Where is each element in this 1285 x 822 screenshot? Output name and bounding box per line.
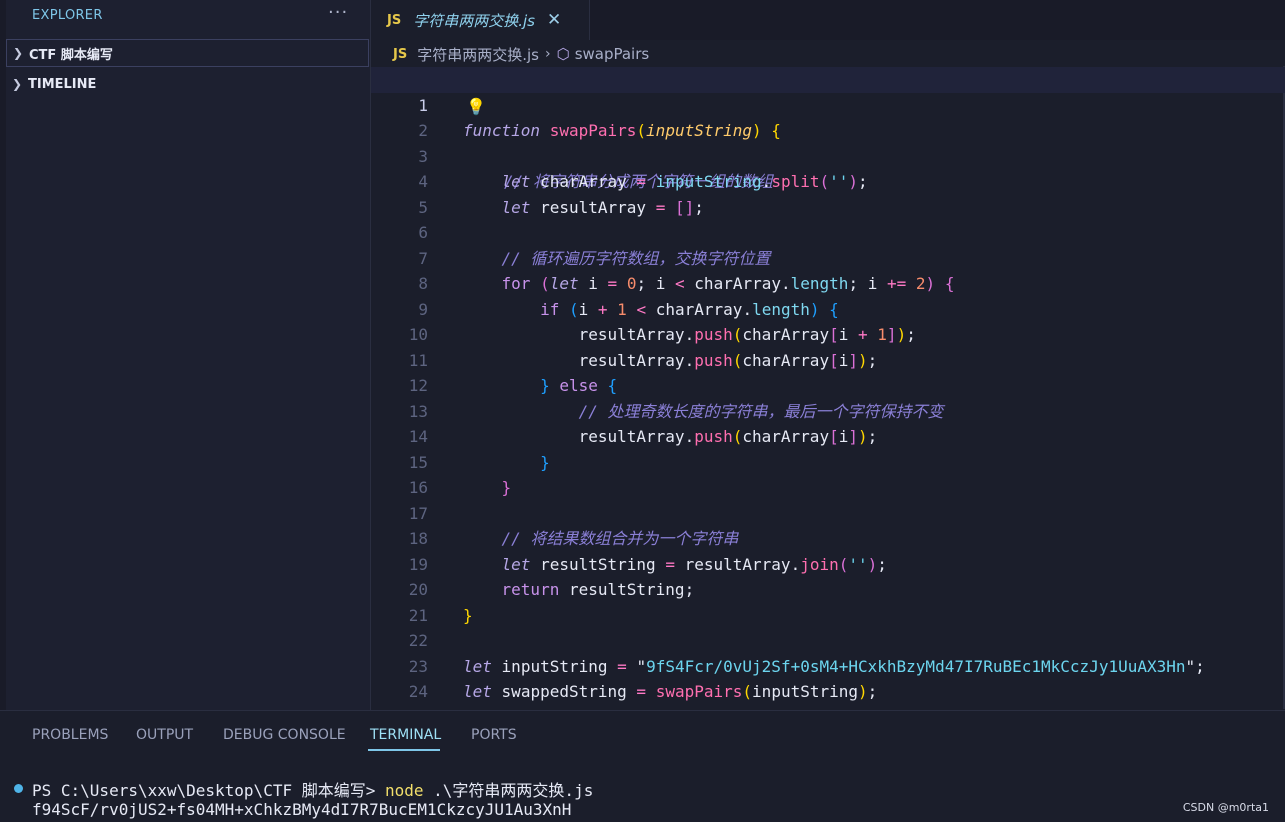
section-timeline[interactable]: ❯ TIMELINE	[6, 70, 369, 98]
breadcrumb-separator: ›	[544, 46, 551, 62]
tab-terminal[interactable]: TERMINAL	[370, 727, 441, 743]
tab-active-file[interactable]: JS 字符串两两交换.js ✕	[371, 0, 590, 40]
terminal-output-line[interactable]: f94ScF/rv0jUS2+fs04MH+xChkzBMy4dI7R7BucE…	[32, 800, 571, 819]
code-line[interactable]: 9 resultArray.push(charArray[i + 1]);	[371, 271, 1285, 345]
terminal-command-line[interactable]: PS C:\Users\xxw\Desktop\CTF 脚本编写> node .…	[32, 777, 593, 801]
cube-icon: ⬡	[556, 45, 570, 63]
code-line[interactable]: 4 let resultArray = [];	[371, 144, 1285, 217]
code-line[interactable]: 2 💡 // 将字符串分成两个字符一组的数组	[371, 93, 1285, 192]
code-line[interactable]: 7 for (let i = 0; i < charArray.length; …	[371, 220, 1285, 294]
code-editor[interactable]: 1 function swapPairs(inputString) { 2 💡 …	[371, 66, 1285, 727]
tab-debug-console[interactable]: DEBUG CONSOLE	[223, 727, 346, 743]
chevron-right-icon: ❯	[12, 46, 24, 60]
breadcrumb-file[interactable]: 字符串两两交换.js	[417, 44, 539, 65]
code-line[interactable]: 17 // 将结果数组合并为一个字符串	[371, 475, 1285, 549]
tab-title: 字符串两两交换.js	[413, 11, 535, 30]
chevron-right-icon: ❯	[11, 77, 23, 91]
code-line[interactable]: 21	[371, 577, 1285, 625]
code-line[interactable]: 3 let charArray = inputString.split('');	[371, 118, 1285, 192]
watermark: CSDN @m0rta1	[1182, 801, 1269, 814]
code-line[interactable]: 6 // 循环遍历字符数组，交换字符位置	[371, 195, 1285, 268]
javascript-file-icon: JS	[387, 12, 402, 28]
terminal-command: node	[385, 781, 424, 800]
code-line[interactable]: 13 resultArray.push(charArray[i]);	[371, 373, 1285, 447]
code-line[interactable]: 10 resultArray.push(charArray[i]);	[371, 297, 1285, 370]
command-status-icon[interactable]	[14, 784, 23, 793]
section-ctf-folder[interactable]: ❯ CTF 脚本编写	[6, 39, 369, 67]
explorer-sidebar: EXPLORER ··· ❯ CTF 脚本编写 ❯ TIMELINE	[0, 0, 371, 710]
breadcrumb: JS 字符串两两交换.js › ⬡ swapPairs	[393, 44, 649, 64]
terminal-prompt: PS C:\Users\xxw\Desktop\CTF 脚本编写>	[32, 781, 385, 800]
code-line[interactable]: 15 }	[371, 424, 1285, 498]
code-line[interactable]: 20 }	[371, 552, 1285, 625]
code-line[interactable]: 24 console.log(swappedString);	[371, 654, 1285, 727]
code-line[interactable]: 25	[371, 679, 1285, 727]
explorer-title: EXPLORER	[32, 8, 103, 23]
section-label: CTF 脚本编写	[29, 47, 113, 63]
breadcrumb-symbol[interactable]: swapPairs	[575, 45, 650, 63]
code-line[interactable]: 1 function swapPairs(inputString) {	[371, 67, 1285, 140]
more-actions-icon[interactable]: ···	[328, 2, 348, 23]
lightbulb-icon[interactable]: 💡	[466, 94, 486, 120]
code-line[interactable]: 22 let inputString = "9fS4Fcr/0vUj2Sf+0s…	[371, 603, 1285, 676]
tab-output[interactable]: OUTPUT	[136, 727, 193, 743]
code-line[interactable]: 14 }	[371, 399, 1285, 472]
terminal-args: .\字符串两两交换.js	[423, 781, 594, 800]
tab-ports[interactable]: PORTS	[471, 727, 517, 743]
close-icon[interactable]: ✕	[547, 10, 561, 30]
code-line[interactable]: 12 // 处理奇数长度的字符串，最后一个字符保持不变	[371, 348, 1285, 421]
editor-tab-bar: JS 字符串两两交换.js ✕	[371, 0, 1285, 40]
javascript-file-icon: JS	[393, 46, 408, 62]
tab-problems[interactable]: PROBLEMS	[32, 727, 108, 743]
bottom-panel: PROBLEMS OUTPUT DEBUG CONSOLE TERMINAL P…	[0, 710, 1285, 822]
code-line[interactable]: 8 if (i + 1 < charArray.length) {	[371, 246, 1285, 319]
code-line[interactable]: 16	[371, 450, 1285, 497]
code-line[interactable]: 5	[371, 169, 1285, 217]
code-line[interactable]: 19 return resultString;	[371, 526, 1285, 600]
code-line[interactable]: 18 let resultString = resultArray.join('…	[371, 501, 1285, 574]
code-line[interactable]: 11 } else {	[371, 322, 1285, 396]
code-line[interactable]: 23 let swappedString = swapPairs(inputSt…	[371, 628, 1285, 702]
activity-bar-edge	[0, 0, 6, 710]
active-tab-indicator	[368, 749, 440, 751]
section-label: TIMELINE	[28, 76, 97, 92]
